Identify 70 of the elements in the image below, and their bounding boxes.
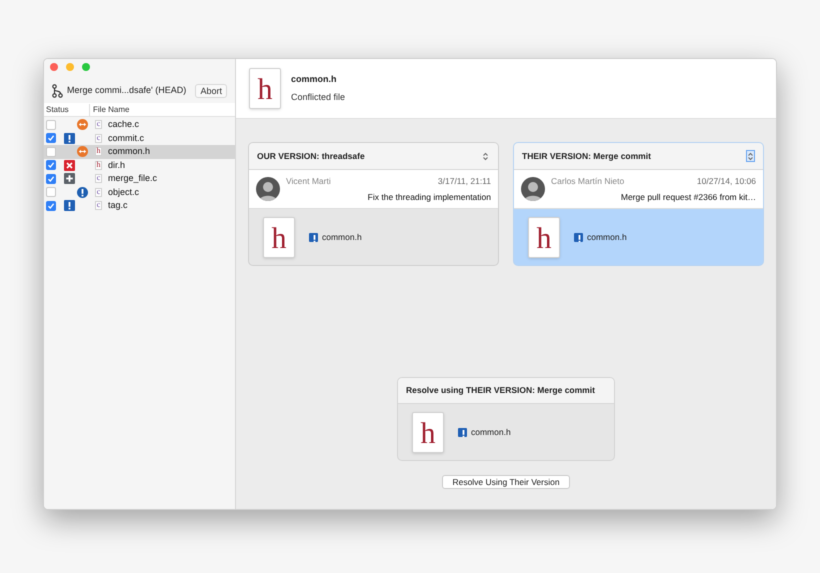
avatar [521, 177, 545, 201]
checkbox[interactable] [46, 200, 56, 211]
file-name: tag.c [108, 199, 128, 212]
file-row[interactable]: c merge_file.c [44, 172, 235, 186]
stepper-icon[interactable] [481, 150, 490, 162]
file-row[interactable]: h common.h [44, 145, 235, 158]
cross-icon [64, 160, 75, 171]
file-name: merge_file.c [108, 172, 158, 185]
avatar [256, 177, 280, 201]
version-card[interactable]: THEIR VERSION: Merge commit Carlos Martín Nieto 10/27/14, 10:06 Merge pull request #2366 from kit… h common.h [513, 142, 764, 266]
close-button[interactable] [50, 63, 58, 71]
file-name: commit.c [108, 132, 144, 144]
document-icon: h [412, 412, 444, 452]
file-name: object.c [108, 186, 140, 199]
exclamation-icon [309, 232, 318, 242]
document-icon: h [249, 68, 281, 109]
version-title: THEIR VERSION: Merge commit [522, 150, 651, 162]
document-icon: h [95, 147, 102, 156]
resolve-title: Resolve using THEIR VERSION: Merge commit [406, 384, 595, 397]
plus-icon [64, 173, 75, 184]
file-name: dir.h [108, 158, 126, 172]
file-name: common.h [108, 145, 150, 158]
version-card[interactable]: OUR VERSION: threadsafe Vicent Marti 3/17/11, 21:11 Fix the threading implementation h common.h [248, 142, 499, 266]
document-icon: c [95, 134, 102, 143]
commit-date: 3/17/11, 21:11 [438, 174, 491, 188]
checkbox[interactable] [46, 146, 56, 157]
version-title: OUR VERSION: threadsafe [257, 150, 365, 162]
author-name: Vicent Marti [286, 174, 331, 188]
file-name: cache.c [108, 118, 140, 131]
checkbox[interactable] [46, 133, 56, 144]
file-name: common.h [587, 230, 627, 244]
checkbox[interactable] [46, 187, 56, 198]
column-header[interactable]: File Name [90, 104, 130, 116]
document-icon: h [263, 216, 295, 258]
zoom-button[interactable] [82, 63, 90, 71]
checkbox[interactable] [46, 120, 56, 130]
document-icon: c [95, 201, 102, 210]
file-row[interactable]: c object.c [44, 186, 235, 199]
checkbox[interactable] [46, 174, 56, 184]
document-icon: h [528, 216, 560, 258]
file-row[interactable]: c cache.c [44, 118, 235, 132]
commit-message: Fix the threading implementation [366, 190, 491, 204]
commit-date: 10/27/14, 10:06 [696, 174, 756, 188]
file-row[interactable]: c tag.c [44, 199, 235, 212]
document-icon: c [95, 120, 102, 130]
branch-label: Merge commi...dsafe' (HEAD) [67, 84, 186, 97]
branch-icon [52, 84, 63, 98]
exclamation-icon [77, 186, 88, 198]
column-header[interactable]: Status [44, 104, 90, 116]
abort-button[interactable]: Abort [195, 84, 227, 98]
document-icon: c [95, 174, 102, 184]
file-name: common.h [291, 73, 338, 86]
file-name: common.h [322, 230, 362, 244]
conflict-icon [77, 119, 88, 130]
conflict-icon [77, 146, 88, 158]
file-row[interactable]: h dir.h [44, 158, 235, 172]
file-row[interactable]: c commit.c [44, 132, 235, 145]
file-status: Conflicted file [291, 90, 346, 104]
resolve-button[interactable]: Resolve Using Their Version [442, 475, 570, 489]
checkbox[interactable] [46, 160, 56, 170]
file-name: common.h [471, 426, 511, 438]
document-icon: h [95, 160, 102, 170]
exclamation-icon [458, 428, 467, 436]
commit-message: Merge pull request #2366 from kit… [620, 190, 756, 204]
author-name: Carlos Martín Nieto [551, 174, 624, 188]
exclamation-icon [64, 132, 75, 144]
document-icon: c [95, 188, 102, 197]
exclamation-icon [574, 232, 583, 242]
stepper-icon[interactable] [746, 150, 755, 162]
exclamation-icon [64, 200, 75, 212]
